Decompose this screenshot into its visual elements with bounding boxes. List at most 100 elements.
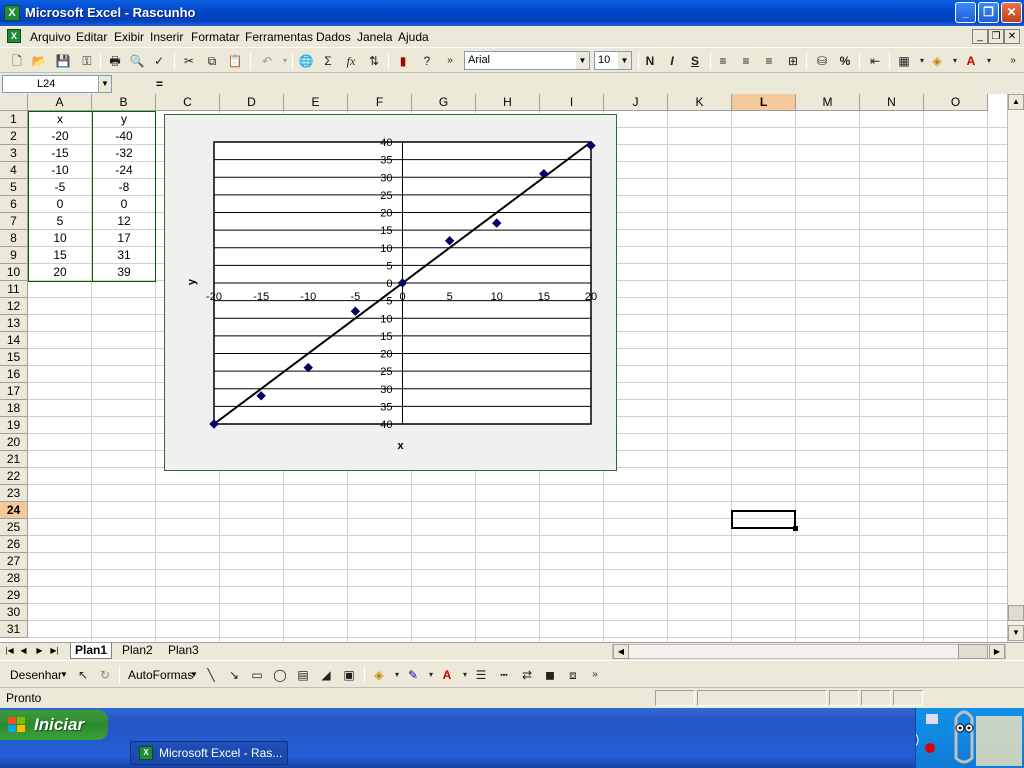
font-name-select[interactable]: Arial ▼ [464,51,590,70]
next-sheet-icon[interactable]: ▶ [33,644,46,658]
horizontal-scrollbar[interactable]: ◀ ▶ [612,644,1006,659]
row-header-8[interactable]: 8 [0,230,28,247]
line-tool-icon[interactable]: ╲ [202,666,220,684]
hyperlink-icon[interactable]: 🌐 [297,52,315,70]
menu-inserir[interactable]: Inserir [150,30,183,44]
row-header-5[interactable]: 5 [0,179,28,196]
column-header-L[interactable]: L [732,94,796,111]
scroll-thumb[interactable] [1008,605,1024,621]
active-cell-L24[interactable] [731,510,796,529]
row-header-25[interactable]: 25 [0,519,28,536]
row-header-23[interactable]: 23 [0,485,28,502]
font-size-select[interactable]: 10 ▼ [594,51,632,70]
row-header-28[interactable]: 28 [0,570,28,587]
taskbar-excel-item[interactable]: X Microsoft Excel - Ras... [130,741,288,765]
row-header-30[interactable]: 30 [0,604,28,621]
row-header-26[interactable]: 26 [0,536,28,553]
font-color-dropdown-icon[interactable]: ▾ [980,52,998,70]
excel-app-icon[interactable]: X [4,5,20,21]
select-all-corner[interactable] [0,94,28,111]
print-preview-icon[interactable]: 🔍 [128,52,146,70]
rectangle-tool-icon[interactable]: ▭ [248,666,266,684]
menu-arquivo[interactable]: Arquivo [30,30,71,44]
row-header-20[interactable]: 20 [0,434,28,451]
new-document-icon[interactable]: 🗋 [8,52,26,70]
row-header-21[interactable]: 21 [0,451,28,468]
open-folder-icon[interactable]: 📂 [30,52,48,70]
close-button[interactable]: ✕ [1001,2,1022,23]
clip-art-icon[interactable]: ▣ [340,666,358,684]
row-header-13[interactable]: 13 [0,315,28,332]
name-box-dropdown-icon[interactable]: ▼ [98,76,111,92]
autosum-icon[interactable]: Σ [319,52,337,70]
draw-fill-color-icon[interactable]: ◈ [370,666,388,684]
insert-function-icon[interactable]: fx [342,52,360,70]
row-header-22[interactable]: 22 [0,468,28,485]
row-header-9[interactable]: 9 [0,247,28,264]
row-header-12[interactable]: 12 [0,298,28,315]
menu-dados[interactable]: Dados [316,30,351,44]
column-header-D[interactable]: D [220,94,284,111]
formatting-options-icon[interactable]: » [1004,52,1022,70]
cut-icon[interactable]: ✂ [180,52,198,70]
3d-style-icon[interactable]: ⧈ [564,666,582,684]
row-header-17[interactable]: 17 [0,383,28,400]
row-header-15[interactable]: 15 [0,349,28,366]
row-header-4[interactable]: 4 [0,162,28,179]
row-header-1[interactable]: 1 [0,111,28,128]
row-header-31[interactable]: 31 [0,621,28,638]
draw-menu-button[interactable]: Desenhar [10,668,62,682]
column-header-O[interactable]: O [924,94,988,111]
column-header-K[interactable]: K [668,94,732,111]
doc-restore-button[interactable]: ❐ [988,29,1004,44]
tray-expand-icon[interactable] [901,731,919,749]
permission-icon[interactable]: ⚿ [78,52,96,70]
menu-editar[interactable]: Editar [76,30,107,44]
spelling-icon[interactable]: ✓ [150,52,168,70]
autoshapes-dropdown-icon[interactable]: ▼ [190,670,198,679]
line-style-icon[interactable]: ☰ [472,666,490,684]
row-header-11[interactable]: 11 [0,281,28,298]
dash-style-icon[interactable]: ┅ [495,666,513,684]
column-header-N[interactable]: N [860,94,924,111]
font-color-icon[interactable]: A [962,52,980,70]
row-header-6[interactable]: 6 [0,196,28,213]
row-header-2[interactable]: 2 [0,128,28,145]
security-alert-icon[interactable] [925,743,935,753]
menu-formatar[interactable]: Formatar [191,30,240,44]
wordart-icon[interactable]: ◢ [317,666,335,684]
row-header-18[interactable]: 18 [0,400,28,417]
column-header-E[interactable]: E [284,94,348,111]
network-icon[interactable] [926,714,938,724]
save-icon[interactable]: 💾 [54,52,72,70]
menu-janela[interactable]: Janela [357,30,392,44]
name-box[interactable]: L24 ▼ [2,75,112,93]
row-header-19[interactable]: 19 [0,417,28,434]
column-header-F[interactable]: F [348,94,412,111]
draw-menu-dropdown-icon[interactable]: ▼ [60,670,68,679]
title-bar[interactable]: X Microsoft Excel - Rascunho _ ❐ ✕ [0,0,1024,26]
menu-ferramentas[interactable]: Ferramentas [245,30,313,44]
column-header-G[interactable]: G [412,94,476,111]
free-rotate-icon[interactable]: ↻ [96,666,114,684]
align-right-icon[interactable]: ≡ [760,52,778,70]
scroll-left-icon[interactable]: ◀ [613,644,629,659]
shadow-style-icon[interactable]: ◼ [541,666,559,684]
sort-ascending-icon[interactable]: ⇅ [365,52,383,70]
row-header-16[interactable]: 16 [0,366,28,383]
help-icon[interactable]: ? [418,52,436,70]
doc-minimize-button[interactable]: _ [972,29,988,44]
embedded-chart[interactable]: 40 35 30 25 20 15 10 5 0 5 10 15 20 25 30 35 40 -20 -15 -10… [164,114,617,471]
scroll-right-icon[interactable]: ▶ [989,644,1005,659]
underline-button[interactable]: S [686,52,704,70]
align-center-icon[interactable]: ≡ [737,52,755,70]
column-header-A[interactable]: A [28,94,92,111]
arrow-style-icon[interactable]: ⇄ [518,666,536,684]
toolbar-options-icon[interactable]: » [441,52,459,70]
office-assistant-clippy-icon[interactable] [954,710,974,764]
column-header-I[interactable]: I [540,94,604,111]
font-dropdown-icon[interactable]: ▼ [576,52,589,69]
borders-icon[interactable]: ▦ [895,52,913,70]
worksheet-grid[interactable]: ABCDEFGHIJKLMNO 1 2 3 4 5 6 7 8 9 10 11 12 13 14 15 16 1… [0,94,1007,642]
fill-handle[interactable] [793,526,798,531]
